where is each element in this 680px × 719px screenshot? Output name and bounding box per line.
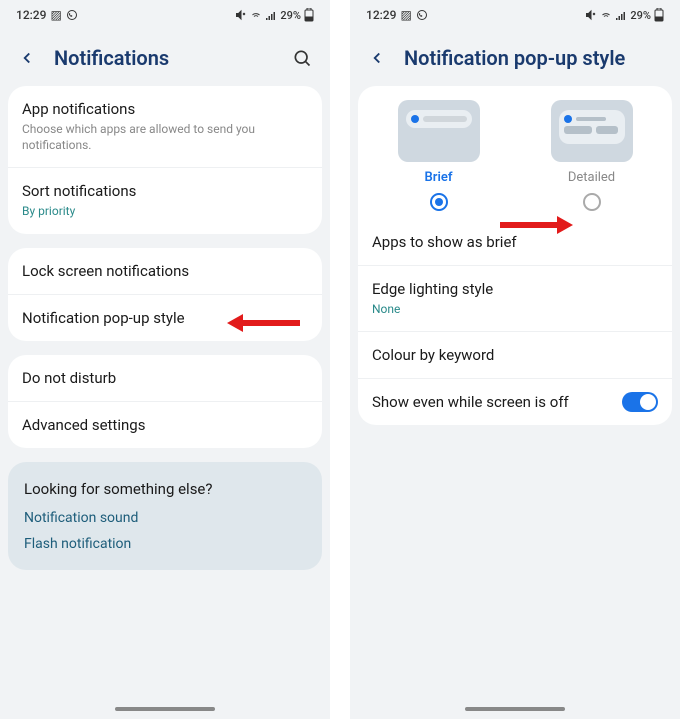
preview-brief (398, 100, 480, 162)
row-title: Lock screen notifications (22, 262, 308, 280)
row-title: Do not disturb (22, 369, 308, 387)
status-bar: 12:29 ▨ 29% (350, 0, 680, 26)
row-colour-keyword[interactable]: Colour by keyword (358, 332, 672, 379)
radio-brief[interactable] (430, 193, 448, 211)
card-style: Brief Detailed Apps to show as brief Edg… (358, 86, 672, 425)
row-sort-notifications[interactable]: Sort notifications By priority (8, 168, 322, 233)
suggestions-title: Looking for something else? (24, 480, 306, 498)
home-indicator[interactable] (465, 707, 565, 711)
card-3: Do not disturb Advanced settings (8, 355, 322, 448)
preview-detailed (551, 100, 633, 162)
whatsapp-icon (66, 9, 78, 21)
wifi-icon (600, 9, 612, 21)
row-sub: None (372, 301, 658, 317)
row-title: Colour by keyword (372, 346, 658, 364)
gallery-icon: ▨ (400, 8, 411, 22)
back-button[interactable] (366, 47, 388, 69)
status-time: 12:29 (366, 8, 396, 22)
toggle-show-off[interactable] (622, 392, 658, 412)
row-apps-brief[interactable]: Apps to show as brief (358, 219, 672, 266)
battery-icon (654, 8, 664, 22)
back-button[interactable] (16, 47, 38, 69)
whatsapp-icon (416, 9, 428, 21)
mute-icon (235, 9, 247, 21)
phone-right: 12:29 ▨ 29% Notification pop-u (350, 0, 680, 719)
page-title: Notification pop-up style (404, 46, 664, 70)
card-1: App notifications Choose which apps are … (8, 86, 322, 234)
radio-detailed[interactable] (583, 193, 601, 211)
style-label-brief: Brief (366, 170, 511, 185)
mute-icon (585, 9, 597, 21)
row-title: Advanced settings (22, 416, 308, 434)
row-sub: Choose which apps are allowed to send yo… (22, 121, 308, 153)
battery-icon (304, 8, 314, 22)
header: Notification pop-up style (350, 26, 680, 86)
wifi-icon (250, 9, 262, 21)
battery-percent: 29% (280, 9, 301, 22)
row-popup-style[interactable]: Notification pop-up style (8, 295, 322, 341)
row-title: Edge lighting style (372, 280, 658, 298)
phone-left: 12:29 ▨ 29% Notifications (0, 0, 330, 719)
row-title: App notifications (22, 100, 308, 118)
row-dnd[interactable]: Do not disturb (8, 355, 322, 402)
suggestions-card: Looking for something else? Notification… (8, 462, 322, 570)
status-bar: 12:29 ▨ 29% (0, 0, 330, 26)
row-edge-lighting[interactable]: Edge lighting style None (358, 266, 672, 332)
row-app-notifications[interactable]: App notifications Choose which apps are … (8, 86, 322, 168)
signal-icon (615, 9, 627, 21)
style-label-detailed: Detailed (519, 170, 664, 185)
style-option-detailed[interactable]: Detailed (519, 100, 664, 211)
card-2: Lock screen notifications Notification p… (8, 248, 322, 341)
link-notification-sound[interactable]: Notification sound (24, 510, 306, 526)
link-flash-notification[interactable]: Flash notification (24, 536, 306, 552)
row-title: Notification pop-up style (22, 309, 308, 327)
battery-percent: 29% (630, 9, 651, 22)
row-title: Show even while screen is off (372, 393, 658, 411)
row-title: Sort notifications (22, 182, 308, 200)
row-show-off[interactable]: Show even while screen is off (358, 379, 672, 425)
home-indicator[interactable] (115, 707, 215, 711)
row-lock-screen[interactable]: Lock screen notifications (8, 248, 322, 295)
header: Notifications (0, 26, 330, 86)
search-button[interactable] (290, 46, 314, 70)
row-sub: By priority (22, 203, 308, 219)
signal-icon (265, 9, 277, 21)
page-title: Notifications (54, 46, 274, 70)
style-picker: Brief Detailed (358, 86, 672, 219)
status-time: 12:29 (16, 8, 46, 22)
row-advanced[interactable]: Advanced settings (8, 402, 322, 448)
row-title: Apps to show as brief (372, 233, 658, 251)
gallery-icon: ▨ (50, 8, 61, 22)
style-option-brief[interactable]: Brief (366, 100, 511, 211)
